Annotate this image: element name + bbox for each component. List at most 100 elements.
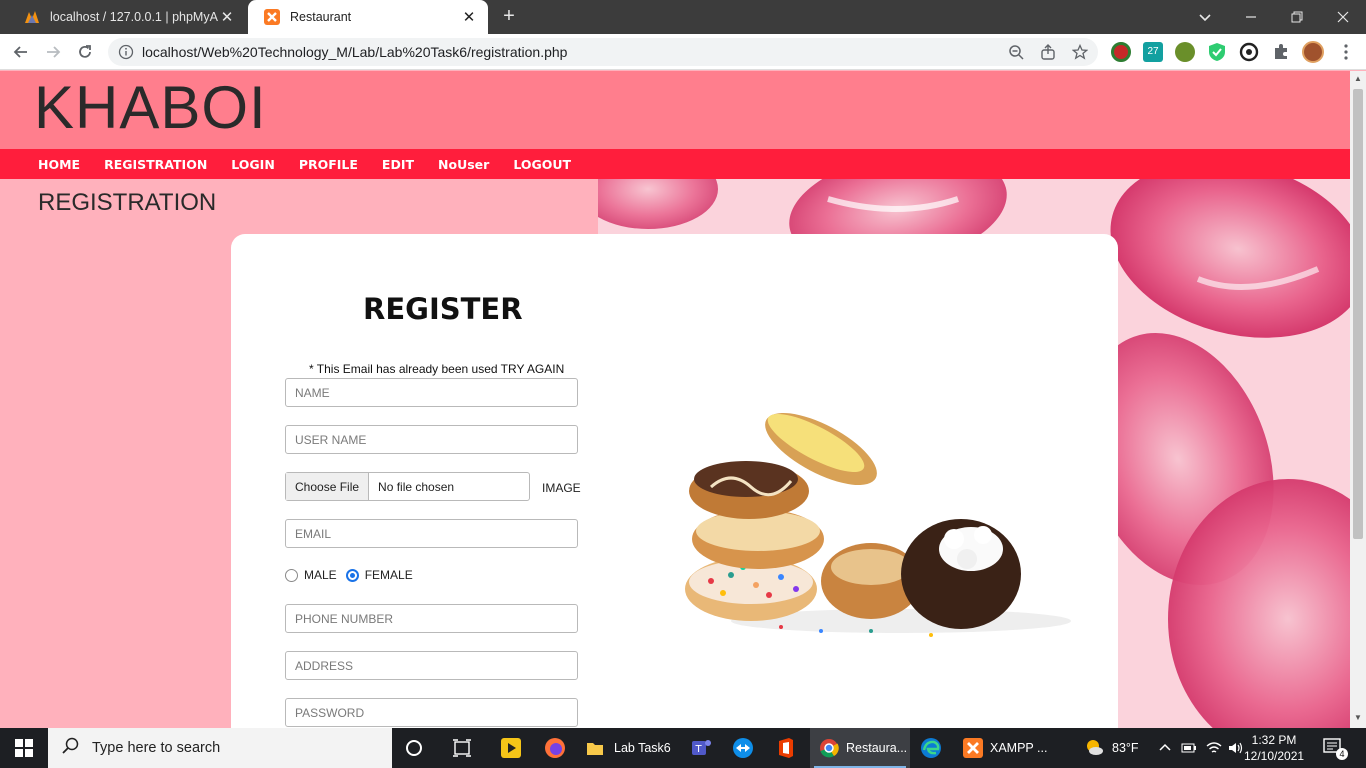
username-input[interactable]: USER NAME [285,425,578,454]
taskbar-label: XAMPP ... [990,741,1048,755]
page-scrollbar[interactable]: ▲ ▼ [1350,71,1366,728]
register-title: REGISTER [363,292,523,326]
password-input[interactable]: PASSWORD [285,698,578,727]
taskbar-search-box[interactable]: Type here to search [48,728,392,768]
choose-file-button[interactable]: Choose File [286,473,370,500]
page-heading: REGISTRATION [38,189,217,216]
url-text: localhost/Web%20Technology_M/Lab/Lab%20T… [142,44,568,60]
taskbar-xampp[interactable]: XAMPP ... [958,728,1058,768]
extension-screen-icon[interactable] [1239,42,1259,62]
scroll-up-icon[interactable]: ▲ [1354,74,1362,83]
browser-menu-icon[interactable] [1336,42,1356,62]
office-icon[interactable] [776,728,800,768]
notification-count-badge: 4 [1336,748,1348,760]
cortana-icon[interactable] [404,728,430,768]
extensions-puzzle-icon[interactable] [1271,42,1291,62]
tab-restaurant[interactable]: Restaurant ✕ [248,0,488,34]
image-file-input[interactable]: Choose File No file chosen [285,472,530,501]
back-icon[interactable] [10,41,32,63]
battery-icon[interactable] [1181,728,1197,768]
wifi-icon[interactable] [1206,728,1222,768]
forward-icon[interactable] [42,41,64,63]
tab-title: Restaurant [290,10,352,24]
taskbar-chrome-restaurant[interactable]: Restaura... [810,728,910,768]
search-icon [62,737,80,760]
window-close-icon[interactable] [1320,0,1366,34]
xampp-icon [962,737,984,759]
taskbar-clock[interactable]: 1:32 PM 12/10/2021 [1244,732,1304,764]
nav-nouser[interactable]: NoUser [438,157,489,172]
email-error-message: * This Email has already been used TRY A… [309,362,565,376]
female-radio[interactable] [345,568,359,582]
extension-calendar-icon[interactable]: 27 [1143,42,1163,62]
nav-login[interactable]: LOGIN [231,157,275,172]
tab-phpmyadmin[interactable]: localhost / 127.0.0.1 | phpMyAdmin ✕ [8,0,246,34]
profile-avatar[interactable] [1302,41,1324,63]
teams-icon[interactable]: T [690,728,716,768]
windows-start-icon[interactable] [0,728,48,768]
phone-input[interactable]: PHONE NUMBER [285,604,578,633]
name-input[interactable]: NAME [285,378,578,407]
registration-card: REGISTER * This Email has already been u… [231,234,1118,728]
clock-time: 1:32 PM [1251,733,1297,747]
nav-home[interactable]: HOME [38,157,80,172]
teamviewer-icon[interactable] [732,728,758,768]
female-label[interactable]: FEMALE [365,568,413,582]
male-label[interactable]: MALE [304,568,337,582]
taskbar-label: Restaura... [846,741,908,755]
gender-radio-group: MALE FEMALE [285,568,422,582]
weather-sun-icon [1084,737,1104,760]
site-logo[interactable]: KHABOI [34,73,267,142]
search-placeholder: Type here to search [92,740,221,756]
taskbar-label: Lab Task6 [614,741,671,755]
notifications-button[interactable]: 4 [1322,728,1348,768]
edge-icon[interactable] [920,728,944,768]
new-tab-button[interactable]: + [498,6,520,28]
close-icon[interactable]: ✕ [218,8,236,26]
close-icon[interactable]: ✕ [460,8,478,26]
extension-shield-icon[interactable] [1207,42,1227,62]
tray-chevron-icon[interactable] [1158,728,1172,768]
scroll-down-icon[interactable]: ▼ [1354,713,1362,722]
zoom-icon[interactable] [1008,44,1024,60]
male-radio[interactable] [285,568,298,582]
minimize-icon[interactable] [1228,0,1274,34]
taskbar-lab-task6[interactable]: Lab Task6 [584,728,684,768]
weather-temperature: 83°F [1112,741,1139,755]
nav-logout[interactable]: LOGOUT [513,157,571,172]
scroll-thumb[interactable] [1353,89,1363,539]
windows-taskbar: Type here to search Lab Task6 T Restaura… [0,728,1366,768]
address-input[interactable]: ADDRESS [285,651,578,680]
volume-icon[interactable] [1228,728,1244,768]
email-input[interactable]: EMAIL [285,519,578,548]
clock-date: 12/10/2021 [1244,749,1305,763]
restore-icon[interactable] [1274,0,1320,34]
tab-title: localhost / 127.0.0.1 | phpMyAdmin [50,10,218,24]
extension-globe-icon[interactable] [1175,42,1195,62]
browser-toolbar: localhost/Web%20Technology_M/Lab/Lab%20T… [0,34,1366,70]
image-label: IMAGE [542,481,581,495]
share-icon[interactable] [1040,44,1056,60]
donuts-image [685,412,1071,637]
nav-edit[interactable]: EDIT [382,157,414,172]
chrome-icon [818,737,840,759]
browser-tabstrip: localhost / 127.0.0.1 | phpMyAdmin ✕ Res… [0,0,1366,34]
address-bar[interactable]: localhost/Web%20Technology_M/Lab/Lab%20T… [108,38,1098,66]
file-status: No file chosen [378,479,455,494]
bookmark-star-icon[interactable] [1071,43,1089,60]
tab-search-icon[interactable] [1194,6,1216,28]
nav-registration[interactable]: REGISTRATION [104,157,207,172]
reload-icon[interactable] [74,41,96,63]
phpmyadmin-icon [24,9,40,25]
task-view-icon[interactable] [452,728,476,768]
folder-icon [584,737,606,759]
pot-player-icon[interactable] [500,728,524,768]
firefox-icon[interactable] [544,728,568,768]
extension-flag-icon[interactable] [1111,42,1131,62]
site-header: KHABOI [0,71,1350,149]
site-nav: HOME REGISTRATION LOGIN PROFILE EDIT NoU… [0,149,1350,179]
site-info-icon[interactable] [118,44,134,60]
web-page: KHABOI HOME REGISTRATION LOGIN PROFILE E… [0,71,1350,728]
weather-widget[interactable]: 83°F [1084,728,1139,768]
nav-profile[interactable]: PROFILE [299,157,358,172]
